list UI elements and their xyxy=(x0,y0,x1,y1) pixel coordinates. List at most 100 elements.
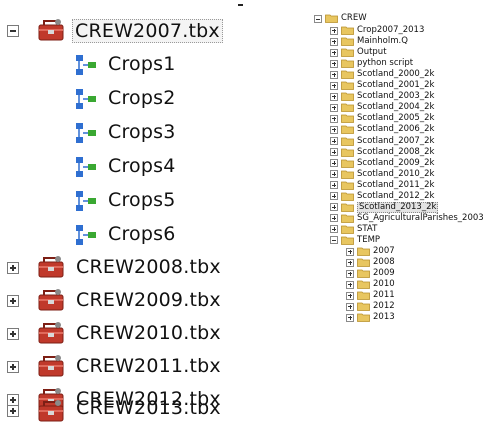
expand-toggle[interactable] xyxy=(330,159,338,168)
model-label-crops6[interactable]: Crops6 xyxy=(108,223,176,245)
folder-label[interactable]: Scotland_2005_2k xyxy=(357,113,434,124)
expand-toggle[interactable] xyxy=(7,262,19,274)
expand-toggle[interactable] xyxy=(7,361,19,373)
toolbox-label-crew2011[interactable]: CREW2011.tbx xyxy=(76,355,221,377)
folder-label[interactable]: 2010 xyxy=(373,279,395,290)
expand-toggle[interactable] xyxy=(330,170,338,179)
toolbox-icon xyxy=(38,289,64,311)
expand-toggle[interactable] xyxy=(7,328,19,340)
folder-icon xyxy=(357,313,370,323)
collapse-toggle[interactable] xyxy=(314,15,322,23)
folder-icon xyxy=(357,291,370,301)
expand-toggle[interactable] xyxy=(330,148,338,157)
expand-toggle[interactable] xyxy=(330,114,338,123)
folder-label[interactable]: 2008 xyxy=(373,257,395,268)
folder-label[interactable]: python script xyxy=(357,58,413,69)
toolbox-tree: CREW2007.tbx Crops1 Crops2 Crops3 Crops4… xyxy=(0,0,250,422)
folder-label[interactable]: Scotland_2010_2k xyxy=(357,169,434,180)
expand-toggle[interactable] xyxy=(330,181,338,190)
toolbox-icon xyxy=(38,256,64,278)
model-icon xyxy=(76,225,96,245)
expand-toggle[interactable] xyxy=(330,26,338,35)
folder-label[interactable]: Scotland_2008_2k xyxy=(357,147,434,158)
model-label-crops2[interactable]: Crops2 xyxy=(108,87,176,109)
folder-icon xyxy=(341,159,354,168)
folder-label[interactable]: Scotland_2009_2k xyxy=(357,158,434,169)
toolbox-label-crew2013[interactable]: CREW2013.tbx xyxy=(76,397,221,419)
folder-icon xyxy=(341,192,354,201)
folder-label[interactable]: SG_AgriculturalParishes_2003 xyxy=(357,213,484,224)
folder-icon xyxy=(341,236,354,245)
expand-toggle[interactable] xyxy=(346,313,354,322)
folder-label[interactable]: Mainholm.Q xyxy=(357,36,408,47)
expand-toggle[interactable] xyxy=(330,70,338,79)
folder-icon xyxy=(341,70,354,80)
toolbox-label-crew2010[interactable]: CREW2010.tbx xyxy=(76,322,221,344)
folder-icon xyxy=(341,26,354,35)
model-label-crops1[interactable]: Crops1 xyxy=(108,53,176,75)
folder-label[interactable]: STAT xyxy=(357,224,377,235)
toolbox-label-crew2007[interactable]: CREW2007.tbx xyxy=(72,19,223,43)
folder-label[interactable]: 2012 xyxy=(373,301,395,312)
expand-toggle[interactable] xyxy=(330,48,338,57)
model-icon xyxy=(76,55,96,75)
folder-label[interactable]: Scotland_2012_2k xyxy=(357,191,434,202)
folder-label[interactable]: Crop2007_2013 xyxy=(357,25,424,36)
collapse-toggle[interactable] xyxy=(7,25,19,37)
folder-icon xyxy=(341,137,354,146)
folder-icon xyxy=(341,103,354,113)
folder-icon xyxy=(341,37,354,46)
expand-toggle[interactable] xyxy=(330,214,338,223)
folder-label[interactable]: Scotland_2013_2k xyxy=(357,201,439,213)
expand-toggle[interactable] xyxy=(7,405,19,417)
folder-icon xyxy=(357,269,370,278)
collapse-toggle[interactable] xyxy=(330,236,338,245)
expand-toggle[interactable] xyxy=(330,225,338,234)
expand-toggle[interactable] xyxy=(330,192,338,201)
expand-toggle[interactable] xyxy=(330,92,338,101)
expand-toggle[interactable] xyxy=(346,258,354,267)
expand-toggle[interactable] xyxy=(330,137,338,145)
folder-label[interactable]: Scotland_2011_2k xyxy=(357,180,434,191)
expand-toggle[interactable] xyxy=(330,125,338,134)
folder-icon xyxy=(341,126,354,135)
folder-icon xyxy=(357,258,370,267)
model-icon xyxy=(76,157,96,177)
expand-toggle[interactable] xyxy=(330,81,338,90)
expand-toggle[interactable] xyxy=(346,291,354,300)
expand-toggle[interactable] xyxy=(346,269,354,278)
folder-label-crew[interactable]: CREW xyxy=(341,13,367,24)
expand-toggle[interactable] xyxy=(330,37,338,46)
toolbox-label-crew2009[interactable]: CREW2009.tbx xyxy=(76,289,221,311)
folder-label[interactable]: Scotland_2003_2k xyxy=(357,91,434,102)
folder-label[interactable]: 2009 xyxy=(373,268,395,279)
model-label-crops4[interactable]: Crops4 xyxy=(108,155,176,177)
model-icon xyxy=(76,123,96,143)
folder-icon xyxy=(341,214,354,223)
folder-label[interactable]: Scotland_2001_2k xyxy=(357,80,434,91)
folder-label[interactable]: 2011 xyxy=(373,290,395,301)
folder-icon xyxy=(341,181,354,190)
folder-label-temp[interactable]: TEMP xyxy=(357,235,380,246)
folder-label[interactable]: Scotland_2004_2k xyxy=(357,102,434,113)
expand-toggle[interactable] xyxy=(346,302,354,311)
expand-toggle[interactable] xyxy=(346,247,354,256)
folder-label[interactable]: Output xyxy=(357,47,387,58)
folder-label[interactable]: Scotland_2007_2k xyxy=(357,136,434,147)
model-label-crops3[interactable]: Crops3 xyxy=(108,121,176,143)
expand-toggle[interactable] xyxy=(330,103,338,112)
model-icon xyxy=(76,191,96,211)
folder-label[interactable]: Scotland_2000_2k xyxy=(357,69,434,80)
model-icon xyxy=(76,89,96,109)
folder-label[interactable]: Scotland_2006_2k xyxy=(357,124,434,135)
model-label-crops5[interactable]: Crops5 xyxy=(108,189,176,211)
expand-toggle[interactable] xyxy=(330,203,338,212)
expand-toggle[interactable] xyxy=(330,59,338,68)
expand-toggle[interactable] xyxy=(346,280,354,289)
expand-toggle[interactable] xyxy=(7,295,19,307)
toolbox-label-crew2008[interactable]: CREW2008.tbx xyxy=(76,256,221,278)
folder-label[interactable]: 2007 xyxy=(373,246,395,257)
toolbox-icon xyxy=(38,322,64,344)
folder-label[interactable]: 2013 xyxy=(373,312,395,323)
folder-icon xyxy=(341,203,354,212)
